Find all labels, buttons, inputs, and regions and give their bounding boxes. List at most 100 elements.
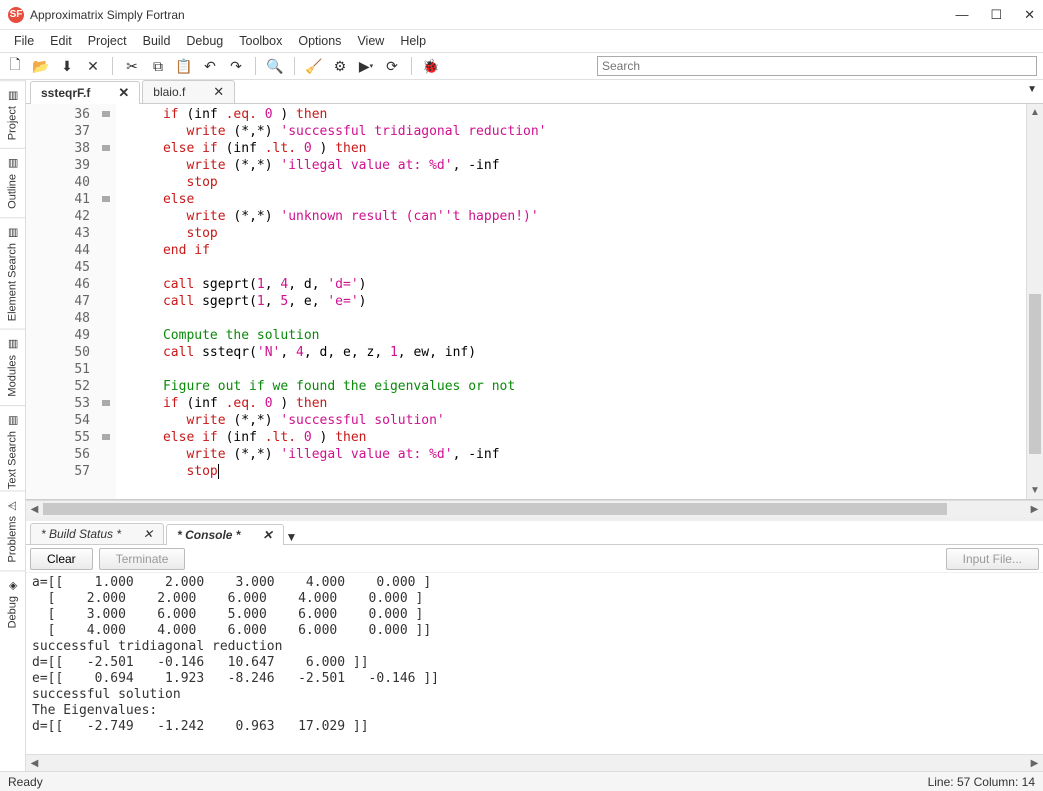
minimize-button[interactable]: — (955, 7, 968, 23)
paste-icon[interactable]: 📋 (175, 57, 193, 75)
close-button[interactable]: ✕ (1024, 7, 1035, 23)
code-line[interactable] (116, 361, 1026, 378)
debug-icon[interactable]: 🐞 (422, 57, 440, 75)
open-folder-icon[interactable]: 📂 (32, 57, 50, 75)
code-line[interactable] (116, 310, 1026, 327)
menubar: FileEditProjectBuildDebugToolboxOptionsV… (0, 30, 1043, 52)
menu-help[interactable]: Help (392, 32, 434, 50)
code-editor[interactable]: if (inf .eq. 0 ) then write (*,*) 'succe… (116, 104, 1026, 499)
clean-icon[interactable]: 🧹 (305, 57, 323, 75)
editor-tab-bar: ssteqrF.f✕blaio.f✕ ▼ (26, 80, 1043, 104)
console-tab-buildstatus[interactable]: * Build Status *✕ (30, 523, 164, 544)
search-input[interactable] (597, 56, 1037, 76)
code-line[interactable]: call ssteqr('N', 4, d, e, z, 1, ew, inf) (116, 344, 1026, 361)
code-line[interactable] (116, 259, 1026, 276)
fold-marker-icon[interactable] (102, 145, 110, 151)
input-file-button[interactable]: Input File... (946, 548, 1039, 570)
menu-file[interactable]: File (6, 32, 42, 50)
code-line[interactable]: write (*,*) 'successful solution' (116, 412, 1026, 429)
code-line[interactable]: call sgeprt(1, 5, e, 'e=') (116, 293, 1026, 310)
find-icon[interactable]: 🔍 (266, 57, 284, 75)
editor-tab-ssteqrF-f[interactable]: ssteqrF.f✕ (30, 81, 140, 104)
line-number: 45 (26, 259, 116, 276)
run-icon[interactable]: ▶▾ (357, 57, 375, 75)
console-dropdown-icon[interactable]: ▼ (286, 530, 298, 544)
code-line[interactable]: write (*,*) 'illegal value at: %d', -inf (116, 157, 1026, 174)
clear-button[interactable]: Clear (30, 548, 93, 570)
editor-tab-blaio-f[interactable]: blaio.f✕ (142, 80, 235, 103)
tab-close-icon[interactable]: ✕ (143, 527, 153, 541)
code-line[interactable]: if (inf .eq. 0 ) then (116, 106, 1026, 123)
code-line[interactable]: stop (116, 463, 1026, 480)
scroll-right-icon[interactable]: ▶ (1026, 504, 1043, 515)
line-number: 46 (26, 276, 116, 293)
fold-marker-icon[interactable] (102, 400, 110, 406)
scroll-up-icon[interactable]: ▲ (1027, 104, 1043, 121)
code-line[interactable]: write (*,*) 'illegal value at: %d', -inf (116, 446, 1026, 463)
sidebar-tab-project[interactable]: Project▤ (0, 80, 25, 148)
scroll-down-icon[interactable]: ▼ (1027, 482, 1043, 499)
settings-gear-icon[interactable]: ⚙ (331, 57, 349, 75)
code-line[interactable]: write (*,*) 'successful tridiagonal redu… (116, 123, 1026, 140)
tab-close-icon[interactable]: ✕ (213, 84, 224, 100)
separator (411, 57, 412, 75)
line-number: 55 (26, 429, 116, 446)
menu-build[interactable]: Build (135, 32, 179, 50)
cut-icon[interactable]: ✂ (123, 57, 141, 75)
new-file-icon[interactable]: 🗋 (6, 57, 24, 75)
scroll-left-icon[interactable]: ◀ (26, 758, 43, 769)
hscroll-thumb[interactable] (43, 503, 947, 515)
sidebar-tab-outline[interactable]: Outline▤ (0, 148, 25, 217)
tab-close-icon[interactable]: ✕ (262, 528, 272, 542)
sidebar-tab-modules[interactable]: Modules▤ (0, 329, 25, 405)
menu-project[interactable]: Project (80, 32, 135, 50)
refresh-icon[interactable]: ⟳ (383, 57, 401, 75)
line-number: 42 (26, 208, 116, 225)
menu-options[interactable]: Options (290, 32, 349, 50)
scroll-left-icon[interactable]: ◀ (26, 504, 43, 515)
horizontal-scrollbar[interactable]: ◀ ▶ (26, 500, 1043, 517)
sidebar-tab-element-search[interactable]: Element Search▤ (0, 217, 25, 329)
code-line[interactable]: C Compute the solution (116, 327, 1026, 344)
undo-icon[interactable]: ↶ (201, 57, 219, 75)
code-line[interactable]: if (inf .eq. 0 ) then (116, 395, 1026, 412)
code-line[interactable]: call sgeprt(1, 4, d, 'd=') (116, 276, 1026, 293)
code-line[interactable]: end if (116, 242, 1026, 259)
terminate-button[interactable]: Terminate (99, 548, 186, 570)
code-line[interactable]: stop (116, 174, 1026, 191)
code-line[interactable]: stop (116, 225, 1026, 242)
status-left: Ready (8, 775, 43, 789)
save-icon[interactable]: ⬇ (58, 57, 76, 75)
menu-toolbox[interactable]: Toolbox (231, 32, 290, 50)
fold-marker-icon[interactable] (102, 434, 110, 440)
fold-marker-icon[interactable] (102, 196, 110, 202)
code-line[interactable]: else if (inf .lt. 0 ) then (116, 429, 1026, 446)
bottom-sidebar-tab-problems[interactable]: Problems⚠ (0, 490, 25, 570)
code-line[interactable]: write (*,*) 'unknown result (can''t happ… (116, 208, 1026, 225)
menu-debug[interactable]: Debug (178, 32, 231, 50)
menu-view[interactable]: View (349, 32, 392, 50)
code-line[interactable]: C Figure out if we found the eigenvalues… (116, 378, 1026, 395)
scroll-right-icon[interactable]: ▶ (1026, 758, 1043, 769)
tabs-dropdown-icon[interactable]: ▼ (1027, 84, 1037, 95)
maximize-button[interactable]: ☐ (990, 7, 1002, 23)
sidebar-tab-text-search[interactable]: Text Search▤ (0, 405, 25, 497)
tab-close-icon[interactable]: ✕ (118, 85, 129, 101)
line-number-gutter: 3637383940414243444546474849505152535455… (26, 104, 116, 499)
redo-icon[interactable]: ↷ (227, 57, 245, 75)
console-hscrollbar[interactable]: ◀ ▶ (26, 754, 1043, 771)
console-tab-console[interactable]: * Console *✕ (166, 524, 283, 545)
console-output[interactable]: a=[[ 1.000 2.000 3.000 4.000 0.000 ] [ 2… (26, 573, 1043, 754)
scroll-thumb[interactable] (1029, 294, 1041, 454)
menu-edit[interactable]: Edit (42, 32, 80, 50)
bottom-sidebar-tab-debug[interactable]: Debug◈ (0, 570, 25, 636)
code-line[interactable]: else if (inf .lt. 0 ) then (116, 140, 1026, 157)
line-number: 43 (26, 225, 116, 242)
copy-icon[interactable]: ⧉ (149, 57, 167, 75)
fold-marker-icon[interactable] (102, 111, 110, 117)
code-line[interactable]: else (116, 191, 1026, 208)
separator (255, 57, 256, 75)
line-number: 44 (26, 242, 116, 259)
close-icon[interactable]: ✕ (84, 57, 102, 75)
vertical-scrollbar[interactable]: ▲ ▼ (1026, 104, 1043, 499)
